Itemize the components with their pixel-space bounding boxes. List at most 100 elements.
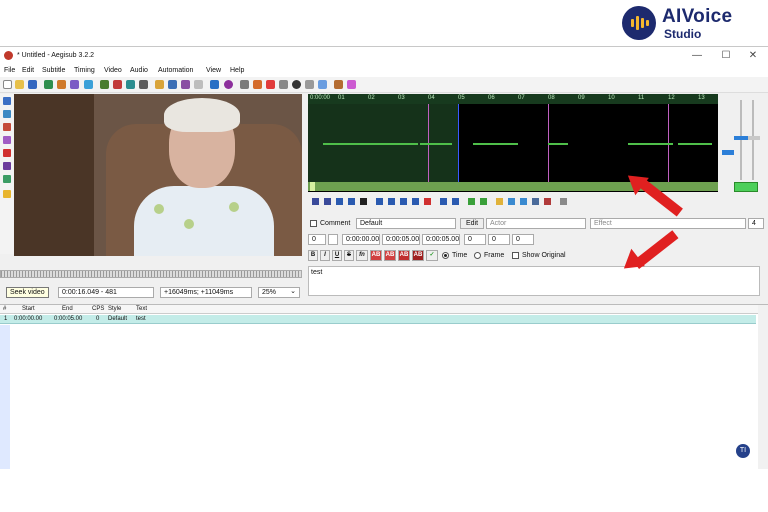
go-to-icon[interactable] (480, 198, 487, 205)
vector-clip-icon[interactable] (3, 175, 11, 183)
menu-video[interactable]: Video (104, 67, 122, 74)
video-seek-slider[interactable] (0, 270, 302, 278)
fonts-collector-icon[interactable] (139, 80, 148, 89)
zoom-select[interactable]: 25% ⌄ (258, 287, 300, 298)
commit-check-icon[interactable]: ✓ (426, 250, 438, 261)
horizontal-zoom-thumb[interactable] (734, 136, 748, 140)
check-icon[interactable] (318, 80, 327, 89)
audio-open-icon[interactable] (70, 80, 79, 89)
start-time-field[interactable]: 0:00:00.00 (342, 234, 380, 245)
standard-tool-icon[interactable] (3, 97, 11, 105)
timing-post-icon[interactable] (240, 80, 249, 89)
edit-style-button[interactable]: Edit (460, 218, 484, 229)
properties-icon[interactable] (100, 80, 109, 89)
effect-field[interactable]: Effect (590, 218, 746, 229)
save-icon[interactable] (28, 80, 37, 89)
lead-in-icon[interactable] (440, 198, 447, 205)
shift-times-icon[interactable] (210, 80, 219, 89)
lead-out-icon[interactable] (452, 198, 459, 205)
layer-spin-icon[interactable] (328, 234, 338, 245)
underline-button[interactable]: U (332, 250, 342, 261)
margin-left-field[interactable]: 0 (464, 234, 486, 245)
spectrum-icon[interactable] (532, 198, 539, 205)
menu-file[interactable]: File (4, 67, 15, 74)
font-button[interactable]: fn (356, 250, 368, 261)
clip-icon[interactable] (3, 162, 11, 170)
strikeout-button[interactable]: S (344, 250, 354, 261)
grid-scrollbar[interactable] (758, 305, 768, 469)
karaoke-icon[interactable] (544, 198, 551, 205)
open-folder-icon[interactable] (15, 80, 24, 89)
subtitle-text-editor[interactable]: test (308, 266, 760, 296)
tag-icon[interactable] (347, 80, 356, 89)
video-time-field[interactable]: 0:00:16.049 - 481 (58, 287, 154, 298)
previous-line-icon[interactable] (312, 198, 319, 205)
bold-button[interactable]: B (308, 250, 318, 261)
margin-vertical-field[interactable]: 0 (512, 234, 534, 245)
stop-icon[interactable] (360, 198, 367, 205)
maximize-button[interactable]: ☐ (719, 50, 733, 61)
actor-field[interactable]: Actor (486, 218, 586, 229)
close-button[interactable]: ✕ (746, 50, 760, 61)
clock-icon[interactable] (292, 80, 301, 89)
commit-icon[interactable] (468, 198, 475, 205)
italic-button[interactable]: I (320, 250, 330, 261)
tools-icon[interactable] (334, 80, 343, 89)
menu-automation[interactable]: Automation (158, 67, 193, 74)
next-line-icon[interactable] (324, 198, 331, 205)
resample-icon[interactable] (224, 80, 233, 89)
secondary-color-button[interactable]: AB (384, 250, 396, 261)
margin-right-field[interactable]: 0 (488, 234, 510, 245)
translation-assistant-icon[interactable] (279, 80, 288, 89)
kanji-timer-icon[interactable] (253, 80, 262, 89)
primary-color-button[interactable]: AB (370, 250, 382, 261)
vertical-zoom-thumb[interactable] (722, 150, 734, 155)
horizontal-zoom-track[interactable] (740, 100, 742, 180)
timing-mode-icon[interactable] (560, 198, 567, 205)
audio-scroll-thumb[interactable] (310, 182, 315, 191)
menu-audio[interactable]: Audio (130, 67, 148, 74)
layer-field[interactable]: 0 (308, 234, 326, 245)
find-icon[interactable] (168, 80, 177, 89)
shadow-color-button[interactable]: AB (412, 250, 424, 261)
play-line-icon[interactable] (348, 198, 355, 205)
timing-icon[interactable] (84, 80, 93, 89)
styles-manager-icon[interactable] (113, 80, 122, 89)
styling-assistant-icon[interactable] (266, 80, 275, 89)
menu-edit[interactable]: Edit (22, 67, 34, 74)
replace-icon[interactable] (181, 80, 190, 89)
show-original-checkbox[interactable] (512, 252, 519, 259)
new-file-icon[interactable] (3, 80, 12, 89)
open-video-icon[interactable] (44, 80, 53, 89)
attachments-icon[interactable] (126, 80, 135, 89)
play-start-icon[interactable] (388, 198, 395, 205)
outline-color-button[interactable]: AB (398, 250, 410, 261)
menu-view[interactable]: View (206, 67, 221, 74)
options-icon[interactable] (305, 80, 314, 89)
style-select[interactable]: Default (356, 218, 456, 229)
minimize-button[interactable]: — (690, 50, 704, 61)
rotate-xy-icon[interactable] (3, 136, 11, 144)
video-display[interactable] (14, 94, 302, 256)
play-before-icon[interactable] (376, 198, 383, 205)
play-to-end-icon[interactable] (424, 198, 431, 205)
auto-next-icon[interactable] (508, 198, 515, 205)
automation-icon[interactable] (155, 80, 164, 89)
menu-subtitle[interactable]: Subtitle (42, 67, 65, 74)
play-after-icon[interactable] (412, 198, 419, 205)
drag-tool-icon[interactable] (3, 110, 11, 118)
selection-end-marker[interactable] (458, 104, 459, 184)
end-time-field[interactable]: 0:00:05.00 (382, 234, 420, 245)
help-icon[interactable] (3, 190, 11, 198)
duration-field[interactable]: 0:00:05.00 (422, 234, 460, 245)
play-end-icon[interactable] (400, 198, 407, 205)
comment-checkbox[interactable] (310, 220, 317, 227)
volume-track[interactable] (752, 100, 754, 180)
rotate-z-icon[interactable] (3, 123, 11, 131)
spell-check-icon[interactable] (194, 80, 203, 89)
auto-scroll-icon[interactable] (520, 198, 527, 205)
menu-timing[interactable]: Timing (74, 67, 95, 74)
link-zoom-toggle[interactable] (734, 182, 758, 192)
time-radio[interactable] (442, 252, 449, 259)
scale-icon[interactable] (3, 149, 11, 157)
